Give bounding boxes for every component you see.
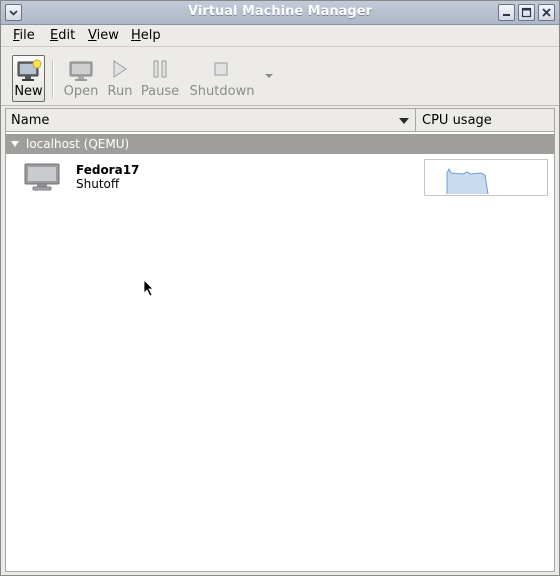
mouse-cursor-icon [143,279,154,297]
cpu-sparkline [446,167,489,195]
maximize-icon [521,7,532,18]
monitor-icon [24,163,60,191]
open-button[interactable]: Open [62,56,100,106]
menu-help[interactable]: Help [131,28,161,43]
connection-label: localhost (QEMU) [26,137,130,151]
run-button[interactable]: Run [105,56,135,106]
menu-view[interactable]: View [88,28,119,43]
pause-label: Pause [140,84,180,99]
column-name-label: Name [11,113,50,128]
expander-icon[interactable] [10,140,20,148]
shutdown-menu-arrow-icon[interactable] [263,72,275,80]
maximize-button[interactable] [518,4,535,21]
vm-status: Shutoff [76,177,120,191]
new-vm-button[interactable]: New [12,55,45,102]
close-button[interactable] [538,4,555,21]
window-title: Virtual Machine Manager [188,4,372,19]
cpu-usage-graph [424,159,548,196]
menu-edit[interactable]: Edit [50,28,75,43]
menu-edit-rest: dit [58,28,76,43]
play-icon [113,60,127,78]
minimize-icon [503,14,510,16]
open-console-icon [69,61,93,81]
shutdown-button[interactable]: Shutdown [189,56,255,106]
stop-icon [214,62,228,76]
toolbar-separator [52,60,54,98]
vm-list[interactable]: localhost (QEMU) Fedora17 Shutoff [5,132,555,572]
new-vm-icon [17,59,42,81]
menu-help-rest: elp [140,28,161,43]
menu-file[interactable]: File [13,28,35,43]
close-icon [542,8,551,17]
vm-name: Fedora17 [76,163,140,177]
column-cpu-label: CPU usage [422,113,492,128]
vmm-window: Virtual Machine Manager File Edit View H… [0,0,560,576]
new-vm-label: New [14,84,43,99]
open-label: Open [63,84,99,99]
pause-icon [153,60,167,78]
column-header-cpu[interactable]: CPU usage [417,109,555,131]
column-header-name[interactable]: Name [6,109,416,131]
menu-file-rest: ile [19,28,35,43]
title-bar[interactable]: Virtual Machine Manager [1,1,559,25]
menu-help-mnemonic: H [131,28,141,43]
minimize-button[interactable] [498,4,515,21]
menu-view-rest: iew [96,28,119,43]
run-label: Run [107,84,133,99]
shutdown-label: Shutdown [189,84,255,99]
menu-view-mnemonic: V [88,28,97,43]
toolbar: New Open Run Pause Shutdown [1,48,559,106]
list-header: Name CPU usage [5,108,555,132]
sort-descending-icon [399,118,409,124]
vm-row[interactable]: Fedora17 Shutoff [6,156,554,200]
menu-edit-mnemonic: E [50,28,59,43]
connection-row[interactable]: localhost (QEMU) [6,134,554,154]
menu-bar: File Edit View Help [1,25,559,47]
pause-button[interactable]: Pause [140,56,180,106]
